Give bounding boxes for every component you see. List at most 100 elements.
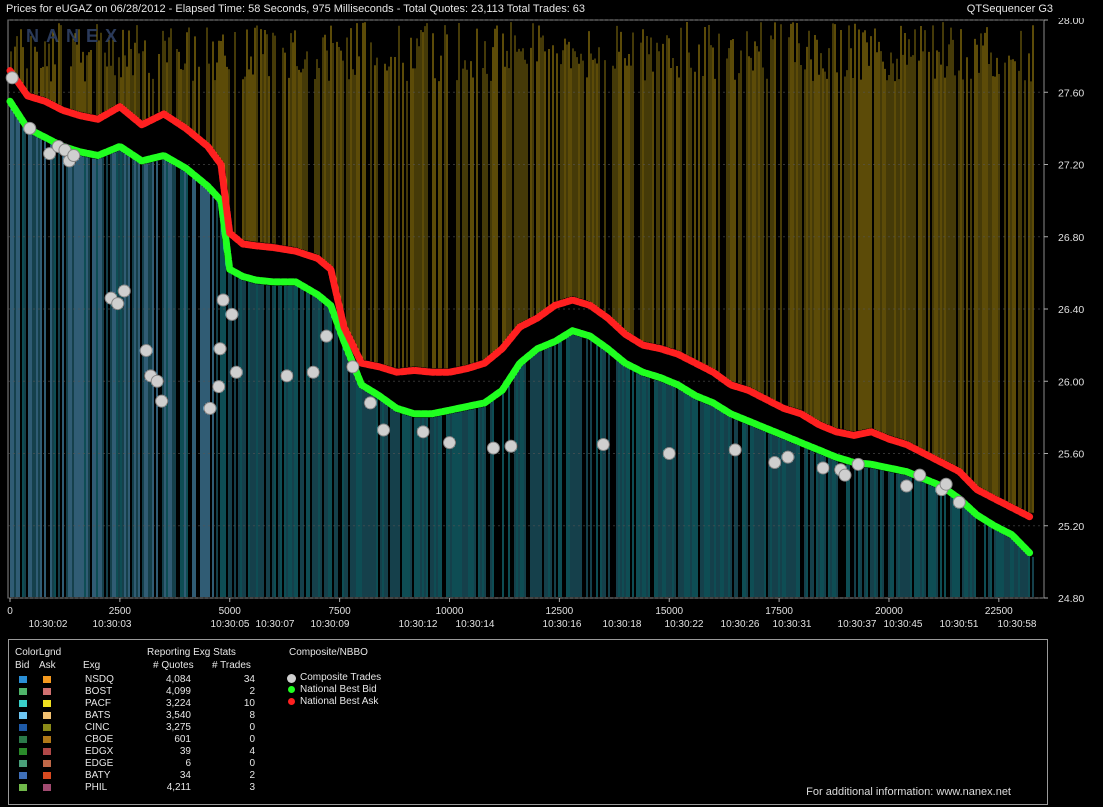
y-tick-label: 26.00	[1058, 376, 1084, 388]
time-label: 10:30:45	[884, 619, 923, 630]
trade-marker	[851, 457, 865, 471]
x-tick-label: 10000	[436, 606, 464, 617]
legend-quotes: 4,084	[165, 674, 191, 685]
trade-marker	[913, 468, 927, 482]
time-label: 10:30:07	[256, 619, 295, 630]
legend-ask-header: Ask	[39, 660, 56, 671]
trade-marker	[155, 394, 169, 408]
ask-color-swatch	[43, 748, 51, 755]
legend-exg: CBOE	[85, 734, 114, 745]
watermark: NANEX	[26, 26, 124, 46]
trade-marker	[203, 401, 217, 415]
legend-quotes-header: # Quotes	[153, 660, 194, 671]
legend-quotes: 3,540	[165, 710, 191, 721]
chart-header: Prices for eUGAZ on 06/28/2012 - Elapsed…	[0, 0, 1103, 18]
legend-exg: EDGE	[85, 758, 114, 769]
legend-trades: 0	[249, 758, 255, 769]
x-tick-label: 5000	[219, 606, 242, 617]
bid-color-swatch	[19, 676, 27, 683]
trade-marker	[346, 360, 360, 374]
time-label: 10:30:14	[456, 619, 495, 630]
trade-marker	[662, 447, 676, 460]
trade-marker	[728, 443, 742, 457]
legend-quotes: 4,211	[166, 782, 191, 793]
legend-exg: CINC	[85, 722, 110, 733]
x-tick-label: 2500	[109, 606, 132, 617]
legend-exg: BOST	[85, 686, 113, 697]
trade-marker	[5, 71, 19, 85]
legend-trades: 3	[249, 782, 255, 793]
bid-color-swatch	[19, 760, 27, 767]
legend-exg: NSDQ	[85, 674, 114, 685]
legend-nbbo-header: Composite/NBBO	[289, 647, 368, 658]
legend-trades: 8	[249, 710, 255, 721]
bid-color-swatch	[19, 700, 27, 707]
x-tick-label: 15000	[655, 606, 683, 617]
composite-trades-dot-icon	[287, 674, 296, 683]
legend-trades: 34	[243, 674, 255, 685]
trade-marker	[816, 461, 830, 475]
trade-marker	[67, 148, 81, 162]
trade-marker	[117, 284, 131, 298]
x-tick-label: 22500	[985, 606, 1013, 617]
trade-marker	[139, 344, 153, 358]
trade-marker	[216, 293, 230, 307]
legend-trades: 0	[249, 734, 255, 745]
ask-color-swatch	[43, 724, 51, 731]
time-label: 10:30:12	[399, 619, 438, 630]
price-chart: NANEX 28.0027.6027.2026.8026.4026.0025.6…	[0, 0, 1103, 635]
trade-marker	[213, 342, 227, 356]
bid-color-swatch	[19, 688, 27, 695]
time-label: 10:30:05	[211, 619, 250, 630]
bid-color-swatch	[19, 784, 27, 791]
legend-panel: ColorLgnd Bid Ask Exg Reporting Exg Stat…	[8, 639, 1048, 805]
legend-exg: PACF	[85, 698, 111, 709]
legend-exg-header: Exg	[83, 660, 101, 671]
y-tick-label: 24.80	[1058, 593, 1084, 605]
legend-exg: BATS	[85, 710, 111, 721]
y-tick-label: 27.20	[1058, 160, 1084, 172]
y-tick-label: 27.60	[1058, 87, 1084, 99]
ask-color-swatch	[43, 700, 51, 707]
legend-quotes: 4,099	[165, 686, 191, 697]
legend-stats-header: Reporting Exg Stats	[147, 647, 236, 658]
ask-color-swatch	[43, 784, 51, 791]
time-label: 10:30:51	[940, 619, 979, 630]
trade-marker	[768, 456, 782, 470]
legend-trades: 0	[249, 722, 255, 733]
trade-marker	[23, 121, 37, 135]
chart-title: Prices for eUGAZ on 06/28/2012 - Elapsed…	[6, 3, 586, 15]
ask-color-swatch	[43, 760, 51, 767]
time-label: 10:30:31	[773, 619, 812, 630]
y-tick-label: 25.20	[1058, 521, 1084, 533]
y-tick-label: 26.80	[1058, 232, 1084, 244]
nbbo-label: National Best Ask	[300, 696, 379, 707]
legend-trades: 2	[249, 686, 255, 697]
time-label: 10:30:37	[838, 619, 877, 630]
x-tick-label: 0	[7, 606, 13, 617]
legend-exg: EDGX	[85, 746, 114, 757]
x-tick-label: 7500	[328, 606, 351, 617]
legend-colorlgnd-header: ColorLgnd	[15, 647, 62, 658]
x-tick-label: 20000	[875, 606, 903, 617]
legend-bid-header: Bid	[15, 660, 30, 671]
trade-marker	[504, 439, 518, 453]
trade-marker	[442, 436, 456, 450]
legend-quotes: 39	[179, 746, 191, 757]
nbbo-label: National Best Bid	[300, 684, 377, 695]
ask-color-swatch	[43, 736, 51, 743]
legend-quotes: 34	[179, 770, 191, 781]
x-tick-label: 12500	[545, 606, 573, 617]
best-bid-dot-icon	[288, 686, 295, 693]
time-label: 10:30:22	[665, 619, 704, 630]
trade-marker	[838, 468, 852, 482]
footer-info: For additional information: www.nanex.ne…	[806, 786, 1011, 798]
trade-marker	[939, 477, 953, 491]
trade-marker	[952, 495, 966, 509]
best-ask-dot-icon	[288, 698, 295, 705]
time-label: 10:30:03	[93, 619, 132, 630]
legend-trades: 4	[249, 746, 255, 757]
trade-marker	[596, 437, 610, 451]
trade-marker	[486, 441, 500, 455]
time-label: 10:30:18	[603, 619, 642, 630]
